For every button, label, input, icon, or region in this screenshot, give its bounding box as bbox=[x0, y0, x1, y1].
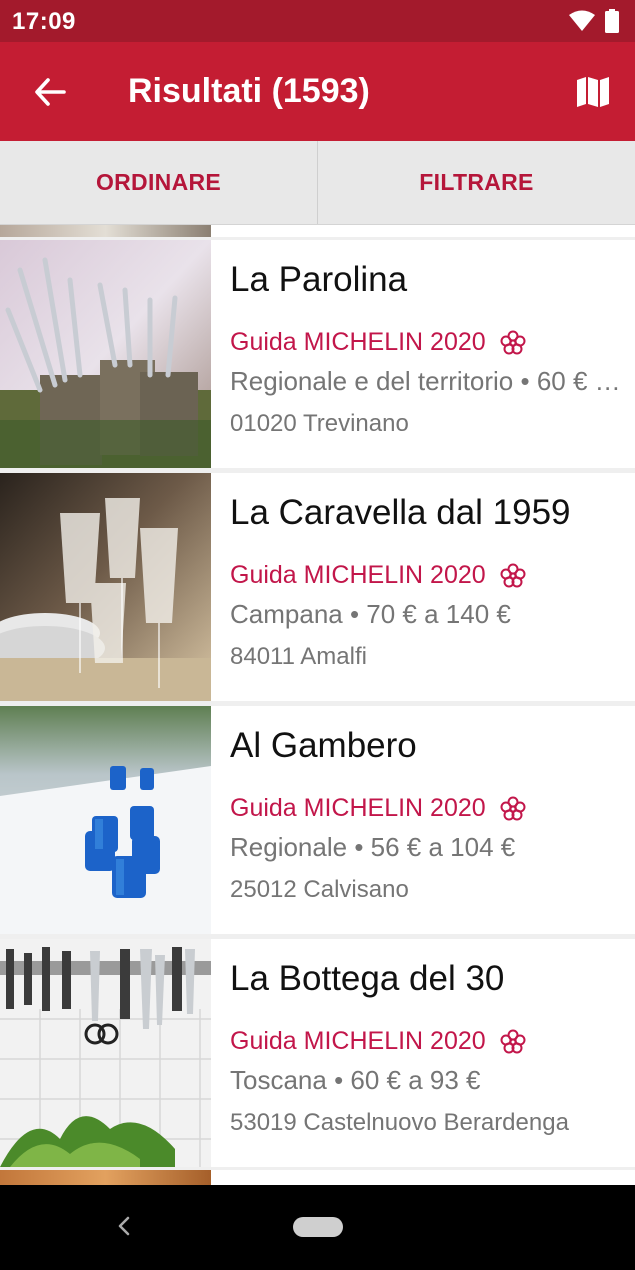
map-icon bbox=[577, 77, 609, 107]
restaurant-address: 84011 Amalfi bbox=[230, 643, 367, 670]
michelin-plate-icon bbox=[500, 330, 526, 354]
restaurant-photo bbox=[0, 939, 211, 1167]
cuisine-price: Toscana • 60 € a 93 € bbox=[230, 1065, 481, 1095]
results-list[interactable]: La Parolina Guida MICHELIN 2020 Regional… bbox=[0, 225, 635, 1185]
restaurant-info: La Bottega del 30 Guida MICHELIN 2020 To… bbox=[230, 939, 635, 1167]
restaurant-card[interactable]: La Bottega del 30 Guida MICHELIN 2020 To… bbox=[0, 939, 635, 1167]
guide-label: Guida MICHELIN 2020 bbox=[230, 561, 526, 590]
filter-button[interactable]: FILTRARE bbox=[318, 141, 635, 224]
nav-back-button[interactable] bbox=[112, 1211, 136, 1241]
list-item-partial[interactable] bbox=[0, 225, 635, 237]
restaurant-address: 01020 Trevinano bbox=[230, 410, 409, 437]
restaurant-photo bbox=[0, 473, 211, 701]
page-title: Risultati (1593) bbox=[128, 72, 370, 110]
restaurant-name: La Parolina bbox=[230, 260, 408, 299]
back-arrow-icon bbox=[35, 78, 66, 106]
guide-text: Guida MICHELIN 2020 bbox=[230, 1027, 486, 1055]
restaurant-address: 25012 Calvisano bbox=[230, 876, 409, 903]
restaurant-photo bbox=[0, 1170, 211, 1185]
status-time: 17:09 bbox=[12, 8, 76, 35]
restaurant-card[interactable]: Al Gambero Guida MICHELIN 2020 Regionale… bbox=[0, 706, 635, 934]
guide-text: Guida MICHELIN 2020 bbox=[230, 794, 486, 822]
nav-back-icon bbox=[118, 1216, 130, 1236]
restaurant-info: Al Gambero Guida MICHELIN 2020 Regionale… bbox=[230, 706, 635, 934]
cuisine-price: Regionale e del territorio • 60 € a 90 € bbox=[230, 366, 635, 396]
guide-text: Guida MICHELIN 2020 bbox=[230, 561, 486, 589]
restaurant-card[interactable]: La Caravella dal 1959 Guida MICHELIN 202… bbox=[0, 473, 635, 701]
battery-icon bbox=[605, 9, 619, 33]
michelin-plate-icon bbox=[500, 796, 526, 820]
guide-text: Guida MICHELIN 2020 bbox=[230, 328, 486, 356]
status-bar: 17:09 bbox=[0, 0, 635, 42]
status-icons bbox=[569, 9, 619, 33]
cuisine-price: Campana • 70 € a 140 € bbox=[230, 599, 511, 629]
back-button[interactable] bbox=[28, 70, 72, 114]
guide-label: Guida MICHELIN 2020 bbox=[230, 794, 526, 823]
nav-home-button[interactable] bbox=[293, 1217, 343, 1237]
restaurant-photo bbox=[0, 240, 211, 468]
sort-button[interactable]: ORDINARE bbox=[0, 141, 318, 224]
restaurant-photo bbox=[0, 706, 211, 934]
app-bar: Risultati (1593) bbox=[0, 42, 635, 141]
restaurant-name: Al Gambero bbox=[230, 726, 417, 765]
map-view-button[interactable] bbox=[571, 70, 615, 114]
list-item-partial[interactable] bbox=[0, 1170, 635, 1185]
system-nav-bar bbox=[0, 1185, 635, 1270]
michelin-plate-icon bbox=[500, 563, 526, 587]
restaurant-card[interactable]: La Parolina Guida MICHELIN 2020 Regional… bbox=[0, 240, 635, 468]
restaurant-address: 53019 Castelnuovo Berardenga bbox=[230, 1109, 569, 1136]
wifi-icon bbox=[569, 10, 595, 31]
guide-label: Guida MICHELIN 2020 bbox=[230, 1027, 526, 1056]
cuisine-price: Regionale • 56 € a 104 € bbox=[230, 832, 516, 862]
restaurant-name: La Caravella dal 1959 bbox=[230, 493, 571, 532]
restaurant-photo bbox=[0, 225, 211, 237]
guide-label: Guida MICHELIN 2020 bbox=[230, 328, 526, 357]
restaurant-info: La Parolina Guida MICHELIN 2020 Regional… bbox=[230, 240, 635, 468]
sort-filter-bar: ORDINARE FILTRARE bbox=[0, 141, 635, 225]
restaurant-info: La Caravella dal 1959 Guida MICHELIN 202… bbox=[230, 473, 635, 701]
michelin-plate-icon bbox=[500, 1029, 526, 1053]
restaurant-name: La Bottega del 30 bbox=[230, 959, 505, 998]
